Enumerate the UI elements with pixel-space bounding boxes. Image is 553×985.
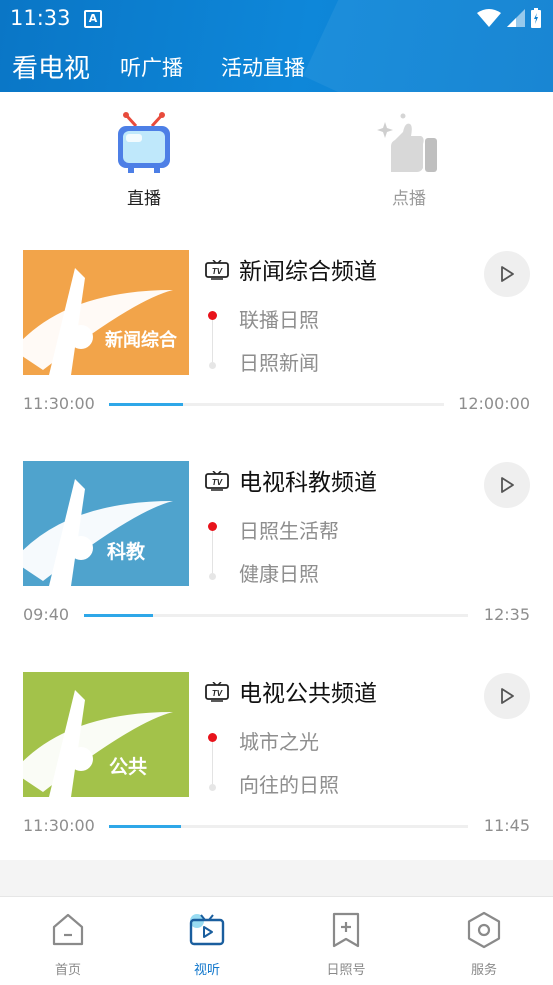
progress-bar: [109, 403, 444, 406]
bookmark-icon: [332, 912, 360, 948]
tv-live-icon: [118, 112, 170, 173]
start-time: 09:40: [23, 605, 70, 624]
thumbs-up-icon: [377, 113, 437, 172]
channel-item[interactable]: 公共 TV 电视公共频道 城市之光 向往的日照 11:30:00 11:45: [0, 672, 553, 872]
channel-item[interactable]: 科教 TV 电视科教频道 日照生活帮 健康日照 09:40 12:35: [0, 461, 553, 661]
channel-logo-text: 公共: [109, 756, 148, 778]
play-button[interactable]: [484, 251, 530, 297]
svg-text:TV: TV: [212, 689, 223, 698]
current-program-dot: [208, 522, 217, 531]
play-button[interactable]: [484, 462, 530, 508]
start-time: 11:30:00: [23, 394, 95, 413]
channel-name: 电视科教频道: [239, 470, 377, 496]
app-header: 11:33 A 看电视 听广播 活动直播: [0, 0, 553, 92]
bottom-nav-rizhaohao-label: 日照号: [326, 963, 366, 978]
progress-fill: [109, 825, 181, 828]
channel-logo-graphic: [23, 479, 173, 586]
vod-mode-button[interactable]: 点播: [349, 112, 469, 209]
tv-badge-icon: TV: [205, 471, 229, 491]
progress-bar: [109, 825, 468, 828]
start-time: 11:30:00: [23, 816, 95, 835]
tv-badge-icon: TV: [205, 682, 229, 702]
status-icons: [477, 8, 541, 28]
bottom-nav-services[interactable]: 服务: [444, 911, 524, 978]
svg-text:TV: TV: [212, 478, 223, 487]
current-program: 联播日照: [239, 308, 319, 332]
tv-badge-icon: TV: [205, 260, 229, 280]
channel-name: 电视公共频道: [239, 681, 377, 707]
play-icon: [501, 266, 514, 282]
current-program: 日照生活帮: [239, 519, 339, 543]
bottom-nav-home-label: 首页: [54, 963, 81, 978]
live-mode-label: 直播: [127, 189, 161, 209]
timeline-line: [212, 531, 213, 575]
channel-logo[interactable]: 新闻综合: [23, 250, 189, 375]
mode-selector: 直播 点播: [0, 100, 553, 210]
timeline-line: [212, 742, 213, 786]
wifi-icon: [477, 9, 501, 27]
channel-name: 新闻综合频道: [239, 259, 377, 285]
progress-fill: [109, 403, 183, 406]
section-divider: [0, 860, 553, 896]
hexagon-icon: [467, 911, 501, 949]
notification-icon: A: [84, 10, 102, 28]
play-icon: [501, 477, 514, 493]
channel-logo-graphic: [23, 690, 173, 797]
bottom-nav-media-label: 视听: [193, 963, 220, 978]
bottom-nav-media[interactable]: 视听: [167, 911, 247, 978]
status-time: 11:33: [10, 6, 71, 30]
channel-logo[interactable]: 公共: [23, 672, 189, 797]
play-button[interactable]: [484, 673, 530, 719]
channel-item[interactable]: 新闻综合 TV 新闻综合频道 联播日照 日照新闻 11:30:00 12:00:…: [0, 250, 553, 450]
vod-mode-label: 点播: [392, 189, 426, 209]
channel-logo[interactable]: 科教: [23, 461, 189, 586]
tab-radio[interactable]: 听广播: [120, 52, 183, 82]
end-time: 12:35: [483, 605, 530, 624]
home-icon: [52, 913, 84, 946]
next-program-dot: [209, 573, 216, 580]
progress-bar: [84, 614, 468, 617]
current-program-dot: [208, 311, 217, 320]
current-program-dot: [208, 733, 217, 742]
channel-logo-text: 科教: [107, 541, 146, 563]
progress-fill: [84, 614, 154, 617]
live-mode-button[interactable]: 直播: [84, 112, 204, 209]
bottom-nav-home[interactable]: 首页: [28, 911, 108, 978]
current-program: 城市之光: [239, 730, 319, 754]
tab-live-events[interactable]: 活动直播: [221, 52, 305, 82]
next-program-dot: [209, 362, 216, 369]
tv-play-icon: [189, 914, 225, 946]
end-time: 11:45: [483, 816, 530, 835]
next-program: 健康日照: [239, 562, 319, 586]
status-bar: 11:33 A: [0, 0, 553, 38]
tab-watch-tv[interactable]: 看电视: [12, 48, 90, 85]
battery-icon: [531, 8, 541, 28]
next-program-dot: [209, 784, 216, 791]
bottom-nav-services-label: 服务: [470, 963, 497, 978]
bottom-nav-rizhaohao[interactable]: 日照号: [306, 911, 386, 978]
end-time: 12:00:00: [458, 394, 530, 413]
play-icon: [501, 688, 514, 704]
timeline-line: [212, 320, 213, 364]
channel-logo-graphic: [23, 268, 173, 375]
signal-icon: [507, 9, 525, 27]
top-nav: 看电视 听广播 活动直播: [0, 44, 553, 84]
channel-logo-text: 新闻综合: [105, 330, 177, 351]
bottom-nav: 首页 视听 日照号 服务: [0, 896, 553, 985]
svg-text:TV: TV: [212, 267, 223, 276]
next-program: 日照新闻: [239, 351, 319, 375]
next-program: 向往的日照: [239, 773, 339, 797]
